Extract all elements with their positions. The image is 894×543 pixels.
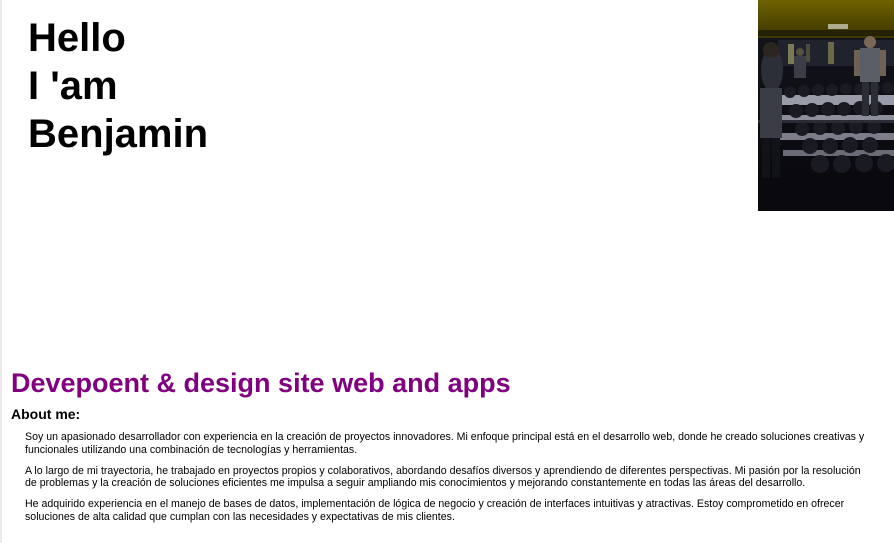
hero-line-iam: I 'am [28, 64, 118, 108]
tagline: Devepoent & design site web and apps [11, 368, 511, 398]
about-paragraph: He adquirido experiencia en el manejo de… [25, 498, 845, 523]
hero-line-name: Benjamin [28, 112, 209, 156]
left-border [0, 0, 2, 543]
about-heading: About me: [11, 406, 81, 422]
hero-title: Hello I 'am Benjamin [28, 14, 208, 158]
gym-photo [758, 0, 894, 211]
hero-line-hello: Hello [28, 16, 126, 60]
about-paragraph: A lo largo de mi trayectoria, he trabaja… [25, 464, 861, 490]
about-paragraph: Soy un apasionado desarrollador con expe… [25, 431, 865, 456]
gym-photo-art [758, 0, 894, 211]
about-body: Soy un apasionado desarrollador con expe… [25, 431, 865, 532]
